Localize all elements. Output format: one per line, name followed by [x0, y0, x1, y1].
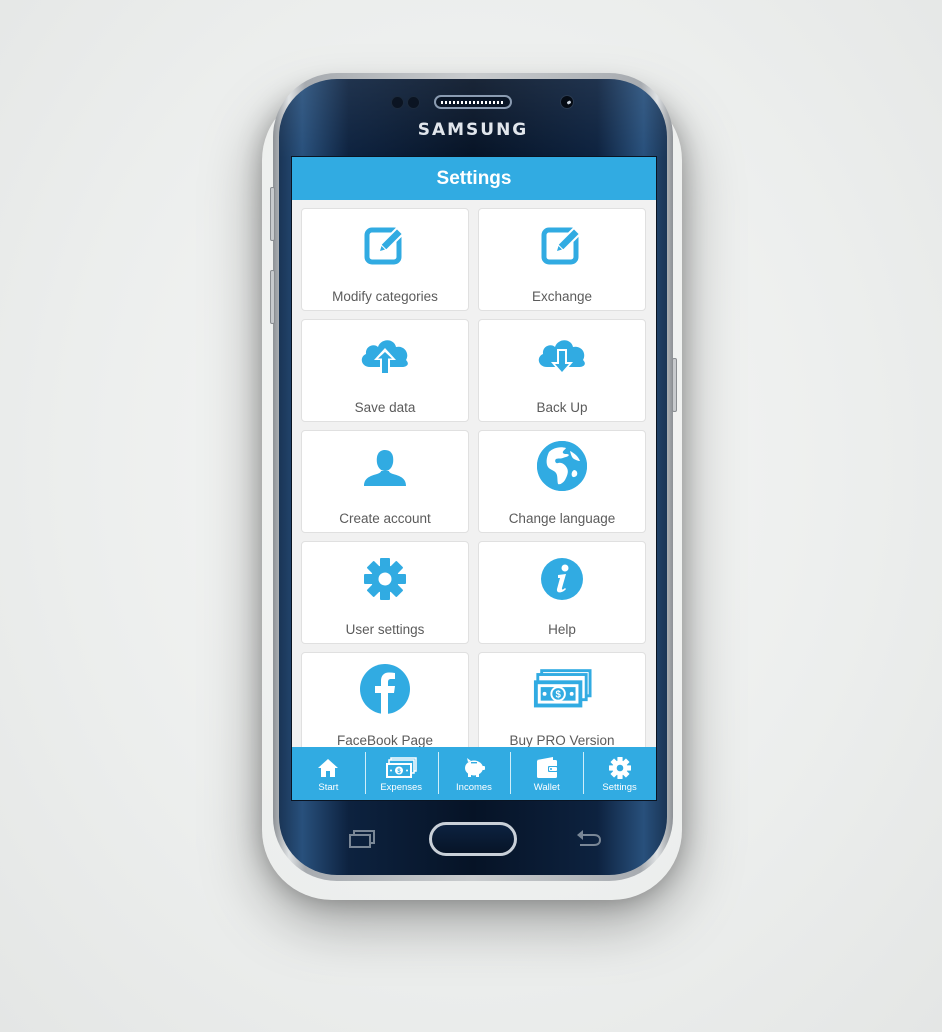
tile-save-data[interactable]: Save data: [301, 319, 469, 422]
tile-user-settings[interactable]: User settings: [301, 541, 469, 644]
tile-label: Help: [548, 622, 576, 637]
app-header: Settings: [292, 157, 656, 200]
nav-label: Expenses: [380, 782, 423, 793]
money-icon: $: [385, 755, 417, 781]
tile-label: Modify categories: [332, 289, 438, 304]
globe-icon: [532, 441, 592, 491]
money-icon: $: [532, 667, 592, 713]
nav-item-start[interactable]: Start: [292, 747, 365, 800]
proximity-sensor: [391, 96, 404, 109]
tile-label: Save data: [354, 400, 416, 415]
tile-label: Exchange: [531, 289, 593, 304]
earpiece-speaker: [434, 95, 512, 109]
facebook-icon: [355, 664, 415, 714]
bottom-nav: Start $ Expenses Incomes Wallet Settings: [292, 747, 656, 800]
home-button[interactable]: [429, 822, 517, 856]
nav-item-settings[interactable]: Settings: [583, 747, 656, 800]
svg-text:$: $: [555, 690, 561, 701]
nav-label: Start: [318, 782, 339, 793]
light-sensor: [407, 96, 420, 109]
app-screen: Settings Modify categories Exchange Save…: [291, 156, 657, 801]
edit-icon: [532, 223, 592, 269]
tile-exchange[interactable]: Exchange: [478, 208, 646, 311]
tile-buy-pro-version[interactable]: $ Buy PRO Version: [478, 652, 646, 755]
tile-create-account[interactable]: Create account: [301, 430, 469, 533]
volume-up-button: [270, 187, 275, 241]
settings-grid: Modify categories Exchange Save data Bac…: [292, 200, 656, 755]
nav-label: Settings: [602, 782, 637, 793]
tile-label: Create account: [339, 511, 431, 526]
gear-icon: [608, 755, 632, 781]
edit-icon: [355, 223, 415, 269]
tile-label: FaceBook Page: [336, 733, 434, 748]
nav-label: Wallet: [533, 782, 560, 793]
volume-down-button: [270, 270, 275, 324]
nav-label: Incomes: [456, 782, 492, 793]
recent-apps-icon[interactable]: [349, 830, 375, 853]
tile-label: Buy PRO Version: [509, 733, 615, 748]
nav-item-expenses[interactable]: $ Expenses: [364, 747, 438, 800]
tile-back-up[interactable]: Back Up: [478, 319, 646, 422]
tile-modify-categories[interactable]: Modify categories: [301, 208, 469, 311]
power-button: [672, 358, 677, 412]
wallet-icon: [535, 755, 559, 781]
tile-label: Change language: [508, 511, 616, 526]
back-icon[interactable]: [576, 829, 602, 854]
piggy-bank-icon: [462, 755, 486, 781]
tile-help[interactable]: Help: [478, 541, 646, 644]
front-camera: [560, 95, 574, 109]
tile-label: Back Up: [536, 400, 588, 415]
nav-item-wallet[interactable]: Wallet: [510, 747, 583, 800]
info-icon: [532, 556, 592, 602]
tile-facebook-page[interactable]: FaceBook Page: [301, 652, 469, 755]
page-title: Settings: [436, 167, 512, 189]
device-brand-logo: SAMSUNG: [417, 120, 529, 140]
cloud-download-icon: [532, 334, 592, 380]
user-icon: [355, 445, 415, 491]
home-icon: [317, 755, 339, 781]
cloud-upload-icon: [355, 334, 415, 380]
nav-item-incomes[interactable]: Incomes: [437, 747, 511, 800]
gear-icon: [355, 556, 415, 602]
tile-change-language[interactable]: Change language: [478, 430, 646, 533]
tile-label: User settings: [345, 622, 425, 637]
